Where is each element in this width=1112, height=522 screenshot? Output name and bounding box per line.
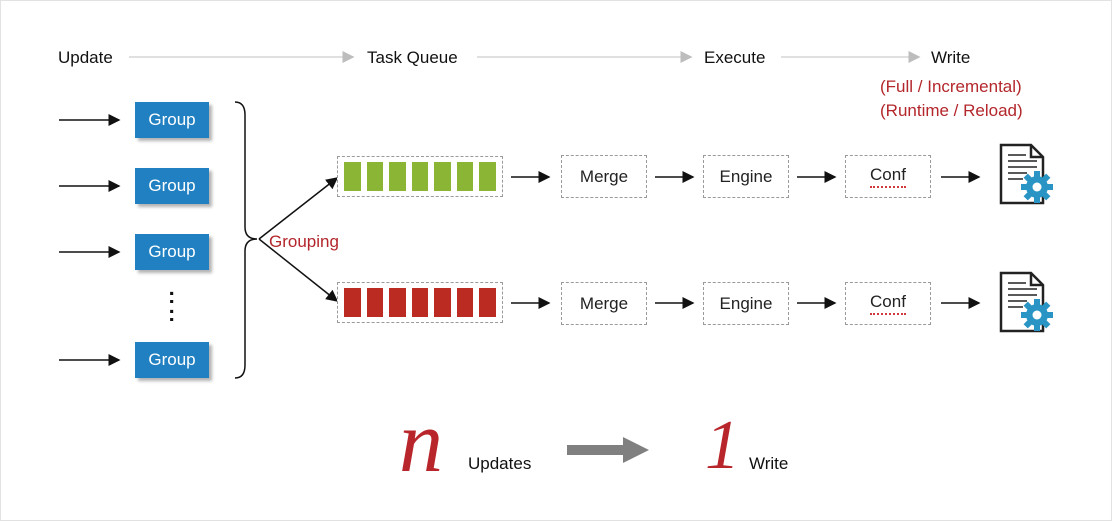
diagram-canvas: Update Task Queue Execute Write (Full / … <box>0 0 1112 521</box>
queue-cell <box>411 288 429 317</box>
merge-box-bottom: Merge <box>561 282 647 325</box>
conf-box-bottom: Conf <box>845 282 931 325</box>
merge-box-top: Merge <box>561 155 647 198</box>
conf-label-bottom: Conf <box>870 292 906 315</box>
queue-cell <box>344 162 361 191</box>
header-task-queue: Task Queue <box>367 48 458 67</box>
header-update: Update <box>58 48 113 67</box>
queue-cell <box>344 288 361 317</box>
queue-cell <box>456 162 474 191</box>
queue-cell <box>434 288 451 317</box>
fan-arrow-top <box>258 177 339 240</box>
queue-cell <box>366 162 384 191</box>
queue-cell <box>389 288 406 317</box>
ellipsis-bottom: : <box>168 301 176 326</box>
summary-arrow <box>567 437 649 463</box>
engine-box-top: Engine <box>703 155 789 198</box>
group-box: Group <box>135 342 209 378</box>
task-queue-red <box>337 282 503 323</box>
queue-cell <box>479 288 497 317</box>
summary-n-glyph: n <box>399 394 443 491</box>
group-box: Group <box>135 234 209 270</box>
header-execute: Execute <box>704 48 766 67</box>
queue-cell <box>479 162 497 191</box>
engine-box-bottom: Engine <box>703 282 789 325</box>
group-box: Group <box>135 168 209 204</box>
queue-cell <box>434 162 451 191</box>
conf-box-top: Conf <box>845 155 931 198</box>
queue-cell <box>366 288 384 317</box>
summary-updates-label: Updates <box>468 454 532 473</box>
header-write: Write <box>931 48 971 67</box>
group-brace <box>234 101 258 379</box>
write-note-runtime-reload: (Runtime / Reload) <box>880 101 1023 120</box>
document-gear-icon <box>999 143 1053 205</box>
queue-cell <box>456 288 474 317</box>
queue-cell <box>411 162 429 191</box>
document-gear-icon <box>999 271 1053 333</box>
summary-one-glyph: 1 <box>705 407 740 484</box>
group-box: Group <box>135 102 209 138</box>
grouping-label: Grouping <box>269 232 339 251</box>
task-queue-green <box>337 156 503 197</box>
queue-cell <box>389 162 406 191</box>
summary-write-label: Write <box>749 454 789 473</box>
conf-label-top: Conf <box>870 165 906 188</box>
write-note-full-incremental: (Full / Incremental) <box>880 77 1022 96</box>
